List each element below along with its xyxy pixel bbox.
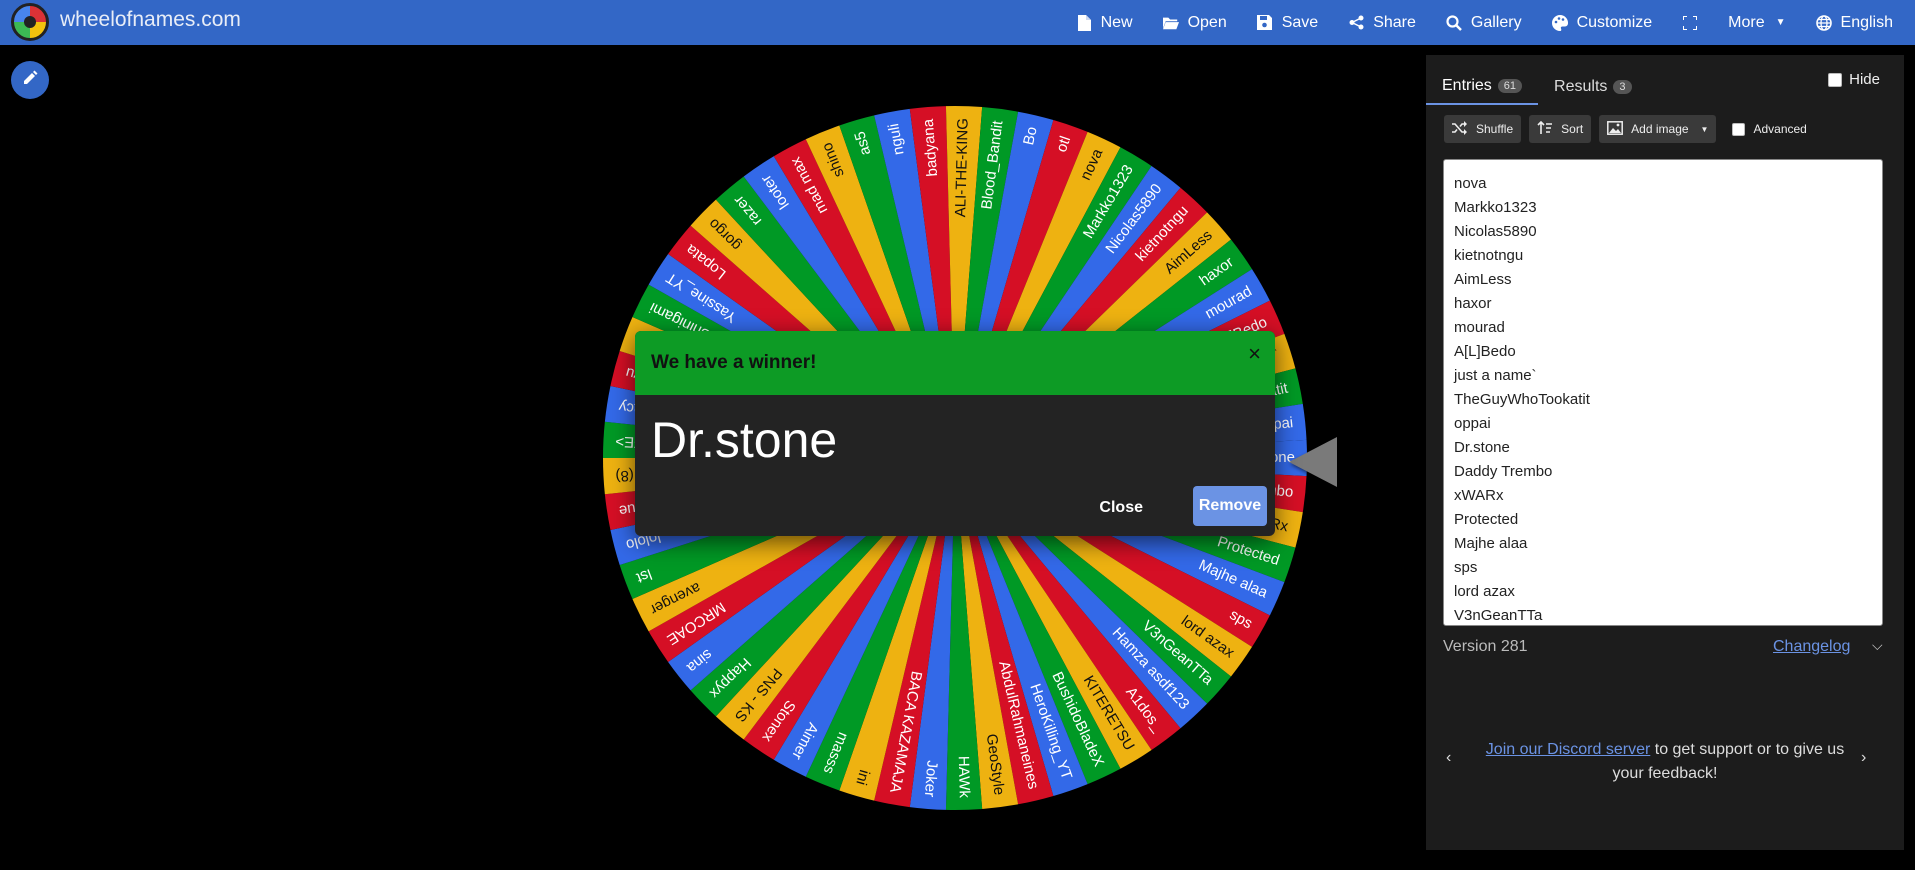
chevron-down-icon: ▼ [1775, 17, 1786, 28]
open-label: Open [1187, 13, 1227, 31]
save-button[interactable]: Save [1242, 0, 1333, 45]
entry-line[interactable]: Dr.stone [1454, 436, 1872, 460]
changelog-link[interactable]: Changelog [1773, 638, 1850, 656]
chevron-down-icon[interactable]: ⌵ [1872, 637, 1883, 654]
entry-line[interactable]: Nicolas5890 [1454, 220, 1872, 244]
winner-dialog: We have a winner! × Dr.stone Close Remov… [635, 331, 1275, 536]
tab-results[interactable]: Results 3 [1538, 69, 1647, 105]
entry-line[interactable]: mourad [1454, 316, 1872, 340]
save-label: Save [1281, 13, 1319, 31]
wheel-segment-label: HAWk [955, 756, 973, 799]
entry-line[interactable]: Majhe alaa [1454, 532, 1872, 556]
entries-textarea[interactable]: nova Markko1323 Nicolas5890 kietnotngu AimLe… [1443, 159, 1883, 626]
entry-line[interactable]: lord azax [1454, 580, 1872, 604]
entry-line[interactable]: nova [1454, 172, 1872, 196]
fullscreen-button[interactable] [1667, 0, 1713, 45]
top-bar: wheelofnames.com New Open Save Share Gal… [0, 0, 1915, 45]
open-button[interactable]: Open [1148, 0, 1242, 45]
file-icon [1076, 14, 1092, 31]
entries-count-badge: 61 [1497, 79, 1523, 93]
gallery-label: Gallery [1470, 13, 1522, 31]
wheel-pointer-icon [1289, 437, 1337, 487]
close-button[interactable]: Close [1091, 491, 1151, 525]
entry-line[interactable]: kietnotngu [1454, 244, 1872, 268]
shuffle-label: Shuffle [1476, 122, 1514, 136]
share-label: Share [1373, 13, 1416, 31]
version-label: Version 281 [1443, 638, 1528, 655]
entry-line[interactable]: just a name` [1454, 364, 1872, 388]
share-button[interactable]: Share [1333, 0, 1431, 45]
chevron-down-icon: ▼ [1700, 124, 1709, 134]
entry-line[interactable]: Protected [1454, 508, 1872, 532]
advanced-label: Advanced [1753, 122, 1807, 136]
panel-tabs: Entries 61 Results 3 [1426, 69, 1648, 105]
discord-link[interactable]: Join our Discord server [1486, 741, 1651, 758]
entry-line[interactable]: haxor [1454, 292, 1872, 316]
pencil-icon [22, 70, 38, 91]
entry-line[interactable]: TheGuyWhoTookatit [1454, 388, 1872, 412]
hide-checkbox[interactable]: Hide [1828, 71, 1880, 88]
entry-line[interactable]: sps [1454, 556, 1872, 580]
save-icon [1257, 15, 1273, 31]
new-button[interactable]: New [1061, 0, 1148, 45]
discord-message: Join our Discord server to get support o… [1476, 738, 1854, 786]
wheel-segment-label: (8) [615, 467, 634, 485]
sort-icon [1537, 120, 1553, 138]
entry-line[interactable]: xWARx [1454, 484, 1872, 508]
site-title[interactable]: wheelofnames.com [60, 8, 241, 32]
hide-label: Hide [1849, 71, 1880, 88]
new-label: New [1100, 13, 1133, 31]
advanced-checkbox-box[interactable] [1732, 122, 1746, 136]
palette-icon [1551, 14, 1568, 31]
advanced-checkbox[interactable]: Advanced [1732, 122, 1807, 136]
language-label: English [1840, 13, 1893, 31]
globe-icon [1815, 14, 1832, 31]
shuffle-icon [1452, 120, 1468, 138]
search-icon [1446, 14, 1462, 31]
image-icon [1607, 120, 1624, 138]
entry-line[interactable]: AimLess [1454, 268, 1872, 292]
wheel-logo-icon[interactable] [11, 3, 49, 41]
wheel-segment-label: ALI-THE-KING [952, 118, 972, 218]
more-menu[interactable]: More ▼ [1713, 0, 1800, 45]
shuffle-button[interactable]: Shuffle [1444, 115, 1522, 143]
customize-label: Customize [1576, 13, 1653, 31]
close-icon[interactable]: × [1248, 341, 1261, 367]
entries-panel: Entries 61 Results 3 Hide Shuffle Sort A… [1426, 55, 1904, 850]
sort-label: Sort [1561, 122, 1584, 136]
add-image-button[interactable]: Add image ▼ [1599, 115, 1717, 143]
tab-entries[interactable]: Entries 61 [1426, 69, 1539, 105]
entry-line[interactable]: Markko1323 [1454, 196, 1872, 220]
dialog-header: We have a winner! [635, 331, 1275, 395]
folder-icon [1162, 15, 1179, 31]
entry-line[interactable]: V3nGeanTTa [1454, 604, 1872, 625]
edit-wheel-button[interactable] [11, 61, 49, 99]
add-image-label: Add image [1631, 122, 1689, 136]
top-nav: New Open Save Share Gallery Customize Mo… [1061, 0, 1915, 45]
tab-results-label: Results [1554, 78, 1608, 95]
more-label: More [1728, 13, 1765, 31]
gallery-button[interactable]: Gallery [1431, 0, 1537, 45]
results-count-badge: 3 [1613, 80, 1632, 94]
share-icon [1348, 15, 1364, 31]
tab-entries-label: Entries [1442, 77, 1492, 94]
language-button[interactable]: English [1801, 0, 1915, 45]
remove-button[interactable]: Remove [1193, 486, 1267, 526]
entry-line[interactable]: Daddy Trembo [1454, 460, 1872, 484]
wheel-segment-label: Joker [921, 760, 941, 798]
entry-line[interactable]: oppai [1454, 412, 1872, 436]
customize-button[interactable]: Customize [1537, 0, 1668, 45]
hide-checkbox-box[interactable] [1828, 72, 1843, 87]
sort-button[interactable]: Sort [1529, 115, 1592, 143]
chevron-right-icon[interactable]: › [1861, 749, 1866, 767]
dialog-title: We have a winner! [651, 352, 817, 373]
entry-line[interactable]: A[L]Bedo [1454, 340, 1872, 364]
entries-toolbar: Shuffle Sort Add image ▼ Advanced [1444, 115, 1807, 143]
fullscreen-icon [1682, 15, 1698, 31]
chevron-left-icon[interactable]: ‹ [1446, 749, 1451, 767]
winner-name: Dr.stone [651, 412, 838, 468]
